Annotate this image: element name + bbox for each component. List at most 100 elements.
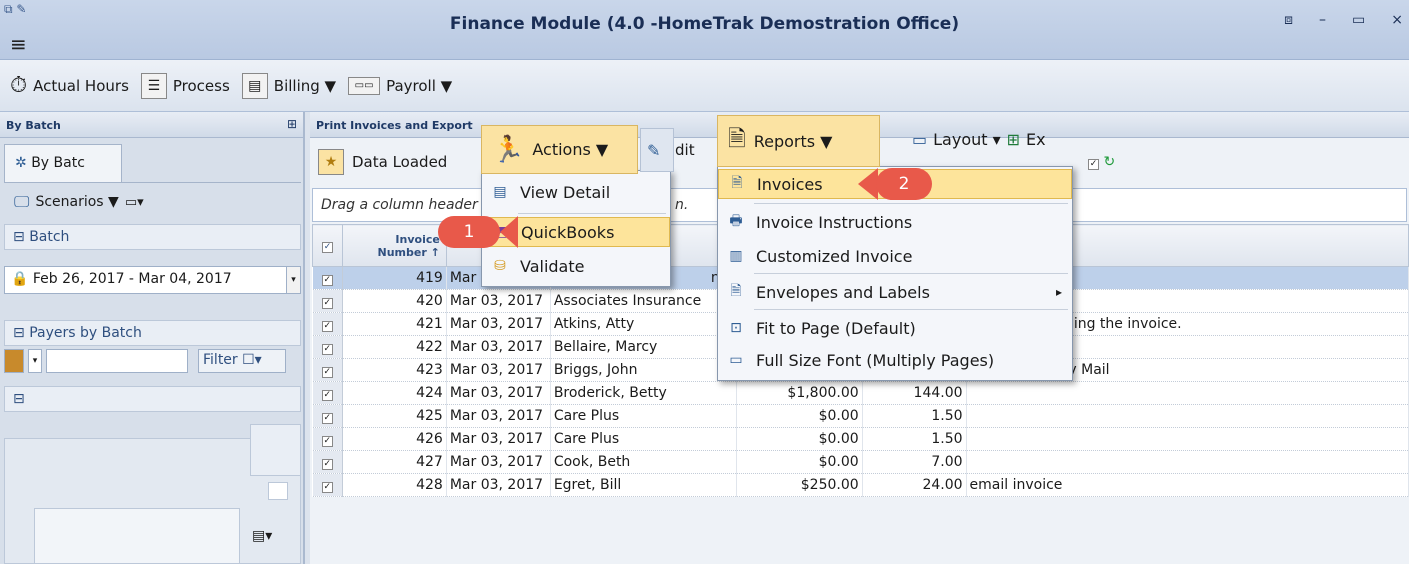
actions-label: Actions ▼ bbox=[532, 140, 609, 159]
select-all-header[interactable]: ✓ bbox=[312, 224, 343, 267]
scenarios-button[interactable]: 🖵 Scenarios ▼ ▭▾ bbox=[14, 192, 144, 212]
left-panel-header: By Batch ⊞ bbox=[0, 112, 303, 138]
payroll-label: Payroll ▼ bbox=[386, 76, 453, 95]
group-header-empty[interactable]: ⊟ bbox=[4, 386, 301, 412]
reports-button[interactable]: 🗎 Reports ▼ bbox=[717, 115, 880, 167]
table-row[interactable]: ✓ 427 Mar 03, 2017 Cook, Beth $0.00 7.00 bbox=[312, 450, 1409, 474]
table-row[interactable]: ✓ 428 Mar 03, 2017 Egret, Bill $250.00 24.00 e… bbox=[312, 473, 1409, 497]
person-icon[interactable] bbox=[4, 349, 24, 373]
payers-group-header[interactable]: ⊟ Payers by Batch bbox=[4, 320, 301, 346]
actions-button[interactable]: 🏃 Actions ▼ bbox=[481, 125, 638, 174]
table-row[interactable]: ✓ 425 Mar 03, 2017 Care Plus $0.00 1.50 bbox=[312, 404, 1409, 428]
envelope-icon: 🗎 bbox=[730, 283, 742, 299]
minimize-icon[interactable]: – bbox=[1319, 12, 1326, 28]
checkbox[interactable]: ✓ bbox=[321, 482, 333, 493]
badge-one-arrow bbox=[500, 216, 518, 248]
edit-icon[interactable]: ✎ bbox=[640, 128, 674, 172]
table-row[interactable]: ✓ 426 Mar 03, 2017 Care Plus $0.00 1.50 bbox=[312, 427, 1409, 451]
row-checkbox: ✓ bbox=[312, 381, 343, 405]
payroll-button[interactable]: ▭▭ Payroll ▼ bbox=[348, 76, 453, 95]
checkbox[interactable]: ✓ bbox=[321, 459, 333, 470]
payer-cell: Broderick, Betty bbox=[550, 381, 737, 405]
gear-icon: ✲ bbox=[15, 155, 27, 171]
payers-group-label: Payers by Batch bbox=[29, 325, 142, 341]
checkbox[interactable]: ✓ bbox=[321, 321, 333, 332]
detail-icon: ▤ bbox=[493, 184, 507, 200]
amount-cell: $0.00 bbox=[736, 450, 863, 474]
amount-cell: $250.00 bbox=[736, 473, 863, 497]
checkbox[interactable]: ✓ bbox=[321, 275, 333, 286]
folder-icon[interactable]: ▭▾ bbox=[125, 195, 144, 210]
refresh-icon[interactable]: ✓ ↻ bbox=[1088, 154, 1115, 170]
date-cell: Mar 03, 2017 bbox=[446, 358, 551, 382]
filter-button[interactable]: Filter ☐▾ bbox=[198, 349, 286, 373]
layout-button[interactable]: ▭ Layout ▾ ⊞ Ex bbox=[912, 130, 1046, 149]
chevron-down-icon[interactable]: ▾ bbox=[286, 267, 300, 293]
step-one-number: 1 bbox=[463, 222, 475, 242]
date-cell: Mar 03, 2017 bbox=[446, 289, 551, 313]
notes-cell bbox=[966, 404, 1409, 428]
batch-group-header[interactable]: ⊟ Batch bbox=[4, 224, 301, 250]
collapse-icon: ⊟ bbox=[13, 325, 25, 341]
invoice-number-cell: 421 bbox=[342, 312, 447, 336]
batch-range-select[interactable]: 🔒 Feb 26, 2017 - Mar 04, 2017 ▾ bbox=[4, 266, 301, 294]
actual-hours-label: Actual Hours bbox=[33, 76, 129, 95]
row-checkbox: ✓ bbox=[312, 266, 343, 290]
checkbox[interactable]: ✓ bbox=[321, 390, 333, 401]
invoice-number-cell: 422 bbox=[342, 335, 447, 359]
batch-group-label: Batch bbox=[29, 229, 70, 245]
monitor-icon: 🖵 bbox=[14, 192, 30, 211]
preview-box bbox=[34, 508, 240, 564]
menu-item-fit-to-page[interactable]: ⊡ Fit to Page (Default) bbox=[718, 311, 1072, 345]
restore-icon[interactable]: ⧈ bbox=[1284, 12, 1293, 28]
printer-dropdown-icon[interactable]: ▤▾ bbox=[252, 528, 272, 544]
invoice-number-cell: 427 bbox=[342, 450, 447, 474]
drag-hint: Drag a column header bbox=[321, 197, 478, 213]
row-checkbox: ✓ bbox=[312, 404, 343, 428]
report-icon: 🗎 bbox=[728, 127, 746, 152]
hamburger-icon[interactable]: ≡ bbox=[10, 34, 27, 54]
pin-icon[interactable]: ⊞ bbox=[287, 117, 297, 131]
checkbox[interactable]: ✓ bbox=[321, 298, 333, 309]
payer-cell: Bellaire, Marcy bbox=[550, 335, 737, 359]
invoice-number-header[interactable]: Invoice Number ↑ bbox=[341, 224, 447, 267]
menu-item-label: QuickBooks bbox=[521, 222, 615, 242]
menu-item-envelopes-labels[interactable]: 🗎 Envelopes and Labels ▸ bbox=[718, 275, 1072, 309]
invoice-number-header-label: Invoice Number bbox=[377, 232, 440, 259]
actual-hours-button[interactable]: ⏱ Actual Hours bbox=[10, 73, 129, 98]
billing-button[interactable]: ▤ Billing ▼ bbox=[241, 72, 336, 99]
right-panel-title: Print Invoices and Export bbox=[316, 119, 473, 132]
menu-item-label: Customized Invoice bbox=[756, 246, 913, 266]
table-row[interactable]: ✓ 424 Mar 03, 2017 Broderick, Betty $1,800.0… bbox=[312, 381, 1409, 405]
maximize-icon[interactable]: ▭ bbox=[1352, 12, 1365, 28]
close-icon[interactable]: × bbox=[1391, 12, 1403, 28]
checkbox[interactable]: ✓ bbox=[321, 344, 333, 355]
menu-item-label: Invoice Instructions bbox=[756, 212, 913, 232]
layout-label: Layout ▾ bbox=[933, 130, 1001, 149]
date-cell: Mar 03, 2017 bbox=[446, 427, 551, 451]
checkbox[interactable]: ✓ bbox=[321, 367, 333, 378]
menu-item-validate[interactable]: ⛁ Validate bbox=[482, 249, 670, 283]
payer-cell: Cook, Beth bbox=[550, 450, 737, 474]
process-icon: ☰ bbox=[140, 72, 167, 99]
checkbox[interactable]: ✓ bbox=[321, 436, 333, 447]
row-checkbox: ✓ bbox=[312, 289, 343, 313]
star-icon: ★ bbox=[318, 149, 344, 175]
menu-item-view-detail[interactable]: ▤ View Detail bbox=[482, 175, 670, 209]
tab-by-batch[interactable]: ✲ By Batc bbox=[4, 144, 122, 182]
process-label: Process bbox=[172, 76, 230, 95]
left-panel-title: By Batch bbox=[6, 119, 61, 132]
tab-by-batch-label: By Batc bbox=[31, 155, 85, 171]
checkbox[interactable]: ✓ bbox=[321, 413, 333, 424]
menu-item-invoice-instructions[interactable]: 🖶 Invoice Instructions bbox=[718, 205, 1072, 239]
process-button[interactable]: ☰ Process bbox=[140, 72, 230, 99]
menu-item-customized-invoice[interactable]: ▥ Customized Invoice bbox=[718, 239, 1072, 273]
tab-divider bbox=[4, 182, 301, 183]
chevron-down-icon[interactable]: ▾ bbox=[28, 349, 42, 373]
payroll-icon: ▭▭ bbox=[348, 76, 381, 95]
main-toolbar: ⏱ Actual Hours ☰ Process ▤ Billing ▼ ▭▭ … bbox=[0, 60, 1409, 112]
menu-item-label: Validate bbox=[520, 256, 585, 276]
row-checkbox: ✓ bbox=[312, 335, 343, 359]
menu-item-full-size-font[interactable]: ▭ Full Size Font (Multiply Pages) bbox=[718, 343, 1072, 377]
payer-search-input[interactable] bbox=[46, 349, 188, 373]
